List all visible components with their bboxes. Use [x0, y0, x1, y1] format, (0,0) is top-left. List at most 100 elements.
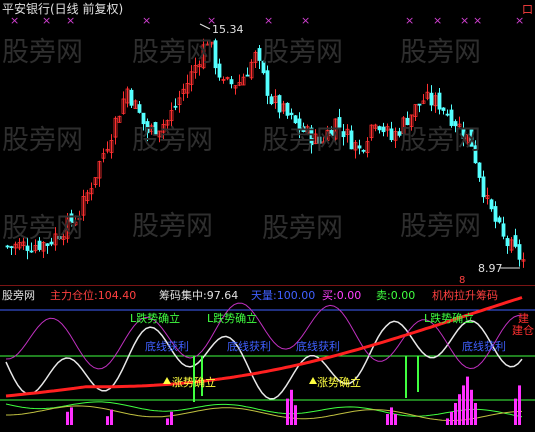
candle-body — [473, 145, 478, 164]
high-price-label: 15.34 — [212, 23, 244, 36]
candle-body — [297, 118, 302, 131]
candle-body — [25, 245, 30, 251]
indicator-value: 0.00 — [336, 289, 362, 302]
candle-body — [129, 89, 134, 106]
indicator-value: 0.00 — [390, 289, 416, 302]
candle-body — [417, 103, 422, 106]
buy-volume-bar — [462, 385, 465, 425]
candle-body — [229, 79, 234, 85]
indicator-item-max-volume: 天量:100.00 — [251, 287, 315, 303]
candle-body — [45, 243, 50, 246]
window-title: 平安银行(日线 前复权) — [2, 2, 124, 16]
candle-body — [517, 244, 522, 260]
candle-body — [173, 105, 178, 108]
candle-body — [505, 238, 510, 247]
candle-body — [245, 74, 250, 77]
candle-body — [445, 113, 450, 116]
buy-volume-bar — [466, 376, 469, 425]
candle-body — [57, 235, 62, 240]
indicator-item-main-position: 主力仓位:104.40 — [50, 287, 136, 303]
indicator-value: 97.64 — [206, 289, 239, 302]
candle-body — [481, 176, 486, 198]
buy-volume-bar — [454, 403, 457, 425]
candle-body — [309, 127, 314, 146]
indicator-label: 机构拉升筹码 — [432, 289, 498, 302]
indicator-item-chip-concentration: 筹码集中:97.64 — [159, 287, 238, 303]
buy-volume-bar — [470, 389, 473, 425]
indicator-item-sell: 卖:0.00 — [376, 287, 415, 303]
candle-body — [397, 131, 402, 136]
candle-body — [285, 102, 290, 116]
candle-body — [141, 112, 146, 125]
candle-body — [217, 63, 222, 78]
candle-body — [37, 240, 42, 250]
indicator-label: 筹码集中: — [159, 289, 207, 302]
indicator-annotation: 建 — [518, 311, 529, 325]
indicator-label: 主力仓位: — [50, 289, 98, 302]
indicator-value: 104.40 — [97, 289, 137, 302]
buy-volume-bar — [170, 411, 173, 425]
buy-volume-bar — [294, 405, 297, 425]
candle-body — [213, 40, 218, 69]
up-arrow-icon — [309, 377, 317, 384]
indicator-item-buy: 买:0.00 — [322, 287, 361, 303]
buy-volume-bar — [394, 414, 397, 425]
candle-body — [477, 162, 482, 178]
indicator-bar: 股旁网 主力仓位:104.40 筹码集中:97.64 天量:100.00 买:0… — [0, 286, 535, 302]
candle-body — [341, 131, 346, 138]
buy-volume-bar — [290, 389, 293, 425]
candle-body — [277, 95, 282, 113]
candle-body — [493, 206, 498, 222]
candle-body — [429, 92, 434, 106]
candle-body — [437, 92, 442, 110]
candle-body — [453, 121, 458, 127]
signal-marker-icon: × — [473, 14, 482, 27]
candle-body — [405, 117, 410, 126]
buy-volume-bar — [518, 385, 521, 425]
signal-marker-icon: × — [142, 14, 151, 27]
buy-volume-bar — [474, 403, 477, 425]
low-price-label: 8.97 — [478, 262, 503, 275]
candle-body — [257, 48, 262, 61]
candle-body — [29, 250, 34, 253]
candle-body — [489, 199, 494, 210]
candle-body — [501, 223, 506, 237]
candle-body — [441, 107, 446, 111]
indicator-label: 天量: — [251, 289, 277, 302]
candle-body — [349, 130, 354, 150]
indicator-annotation: 涨势确立 — [172, 375, 216, 389]
candle-body — [513, 235, 518, 247]
candle-body — [153, 122, 158, 136]
buy-volume-bar — [66, 411, 69, 425]
candle-body — [329, 130, 334, 136]
candle-body — [357, 145, 362, 149]
candle-body — [69, 213, 74, 223]
candle-body — [145, 121, 150, 134]
chart-canvas[interactable]: 15.348.978× × × × × × × × × × × ×L跌势确立 L跌势确立 L跌势确立底线获… — [0, 0, 535, 428]
indicator-annotation: L跌势确立 — [130, 311, 180, 325]
signal-marker-icon: × — [207, 14, 216, 27]
chart-window[interactable]: 15.34 8.97 8 × × × × × × × × × × × × L跌势确立 L跌势确立 L跌势确立 底线获… — [0, 0, 535, 428]
green-low-line — [5, 401, 523, 418]
indicator-item-institution: 机构拉升筹码 — [432, 287, 498, 303]
signal-marker-icon: × — [264, 14, 273, 27]
up-arrow-icon — [163, 377, 171, 384]
corner-tag[interactable]: 口 — [522, 3, 533, 16]
indicator-annotation: L跌势确立 — [424, 311, 474, 325]
candle-body — [269, 96, 274, 105]
indicator-label: 卖: — [376, 289, 391, 302]
signal-marker-icon: × — [405, 14, 414, 27]
indicator-label: 买: — [322, 289, 337, 302]
buy-volume-bar — [106, 416, 109, 425]
candle-body — [49, 241, 54, 245]
signal-marker-icon: × — [301, 14, 310, 27]
buy-volume-bar — [70, 407, 73, 425]
candle-body — [381, 126, 386, 133]
buy-volume-bar — [166, 418, 169, 425]
indicator-annotation: 涨势确立 — [317, 375, 361, 389]
candle-body — [377, 126, 382, 131]
indicator-annotation: 底线获利 — [296, 339, 340, 353]
candle-body — [137, 104, 142, 113]
indicator-annotation: 底线获利 — [227, 339, 271, 353]
candle-body — [469, 129, 474, 147]
